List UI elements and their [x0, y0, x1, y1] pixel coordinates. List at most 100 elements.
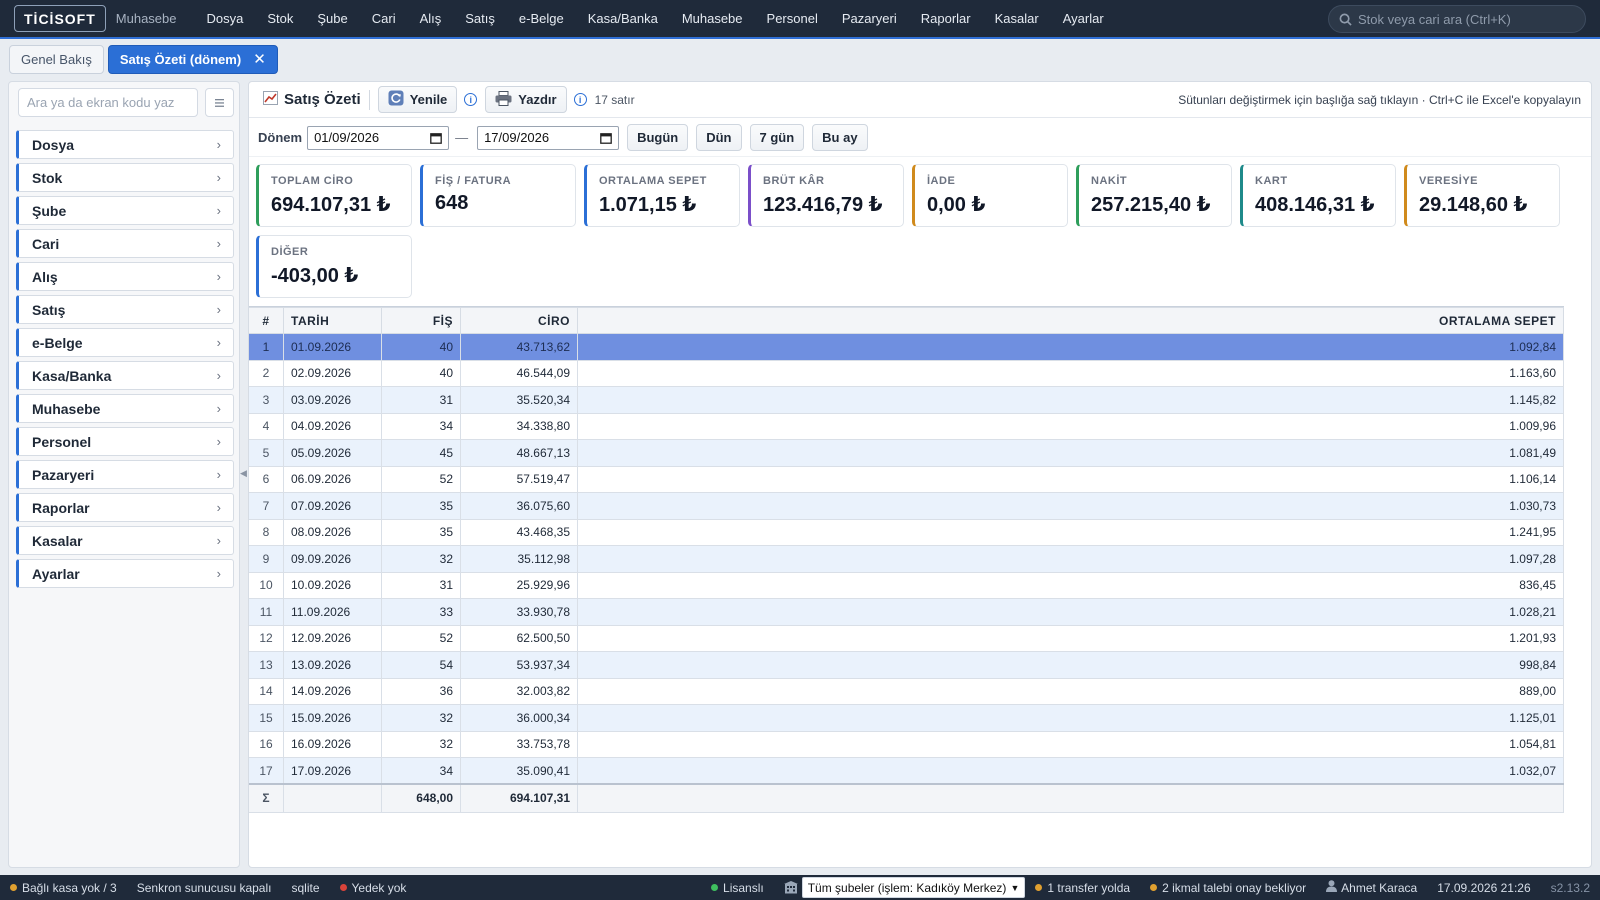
- app-logo[interactable]: TİCİSOFT: [14, 5, 106, 32]
- menu-item-personel[interactable]: Personel: [755, 11, 830, 26]
- table-row[interactable]: 16 16.09.2026 32 33.753,78 1.054,81: [249, 730, 1564, 758]
- cell-average-basket[interactable]: 1.028,21: [577, 598, 1564, 626]
- cell-receipts[interactable]: 34: [381, 757, 461, 785]
- date-to-field[interactable]: 17/09/2026: [477, 125, 620, 150]
- column-header-average-basket[interactable]: ORTALAMA SEPET: [577, 307, 1564, 334]
- sidebar-item-stok[interactable]: Stok ›: [16, 163, 234, 192]
- cell-receipts[interactable]: 33: [381, 598, 461, 626]
- cell-average-basket[interactable]: 1.081,49: [577, 439, 1564, 467]
- cell-revenue[interactable]: 25.929,96: [460, 571, 578, 599]
- cell-index[interactable]: 15: [249, 704, 284, 732]
- table-row[interactable]: 17 17.09.2026 34 35.090,41 1.032,07: [249, 757, 1564, 785]
- cell-receipts[interactable]: 35: [381, 518, 461, 546]
- cell-receipts[interactable]: 32: [381, 704, 461, 732]
- cell-index[interactable]: 4: [249, 412, 284, 440]
- cell-revenue[interactable]: 33.753,78: [460, 730, 578, 758]
- cell-revenue[interactable]: 48.667,13: [460, 439, 578, 467]
- cell-revenue[interactable]: 46.544,09: [460, 359, 578, 387]
- last-7-days-button[interactable]: 7 gün: [749, 124, 805, 151]
- menu-item-cari[interactable]: Cari: [360, 11, 408, 26]
- cell-average-basket[interactable]: 1.092,84: [577, 333, 1564, 361]
- cell-average-basket[interactable]: 1.201,93: [577, 624, 1564, 652]
- cell-index[interactable]: 17: [249, 757, 284, 785]
- table-row[interactable]: 12 12.09.2026 52 62.500,50 1.201,93: [249, 624, 1564, 652]
- cell-receipts[interactable]: 40: [381, 359, 461, 387]
- menu-item-sube[interactable]: Şube: [305, 11, 359, 26]
- search-input[interactable]: [1358, 11, 1573, 27]
- cell-receipts[interactable]: 35: [381, 492, 461, 520]
- cell-revenue[interactable]: 53.937,34: [460, 651, 578, 679]
- cell-average-basket[interactable]: 1.145,82: [577, 386, 1564, 414]
- menu-item-kasa-banka[interactable]: Kasa/Banka: [576, 11, 670, 26]
- cell-index[interactable]: 13: [249, 651, 284, 679]
- table-row[interactable]: 14 14.09.2026 36 32.003,82 889,00: [249, 677, 1564, 705]
- sidebar-item-ebelge[interactable]: e-Belge ›: [16, 328, 234, 357]
- cell-date[interactable]: 06.09.2026: [283, 465, 382, 493]
- cell-index[interactable]: 11: [249, 598, 284, 626]
- table-row[interactable]: 7 07.09.2026 35 36.075,60 1.030,73: [249, 492, 1564, 520]
- cell-date[interactable]: 09.09.2026: [283, 545, 382, 573]
- status-user[interactable]: Ahmet Karaca: [1326, 880, 1417, 895]
- sidebar-item-kasalar[interactable]: Kasalar ›: [16, 526, 234, 555]
- table-row[interactable]: 15 15.09.2026 32 36.000,34 1.125,01: [249, 704, 1564, 732]
- cell-index[interactable]: 10: [249, 571, 284, 599]
- sidebar-item-ayarlar[interactable]: Ayarlar ›: [16, 559, 234, 588]
- cell-date[interactable]: 08.09.2026: [283, 518, 382, 546]
- cell-date[interactable]: 03.09.2026: [283, 386, 382, 414]
- table-row[interactable]: 13 13.09.2026 54 53.937,34 998,84: [249, 651, 1564, 679]
- cell-average-basket[interactable]: 1.009,96: [577, 412, 1564, 440]
- sidebar-item-kasa-banka[interactable]: Kasa/Banka ›: [16, 361, 234, 390]
- cell-date[interactable]: 04.09.2026: [283, 412, 382, 440]
- menu-item-dosya[interactable]: Dosya: [195, 11, 256, 26]
- cell-average-basket[interactable]: 836,45: [577, 571, 1564, 599]
- column-header-revenue[interactable]: CİRO: [460, 307, 578, 334]
- cell-date[interactable]: 01.09.2026: [283, 333, 382, 361]
- cell-revenue[interactable]: 36.000,34: [460, 704, 578, 732]
- cell-date[interactable]: 13.09.2026: [283, 651, 382, 679]
- cell-average-basket[interactable]: 1.125,01: [577, 704, 1564, 732]
- cell-date[interactable]: 15.09.2026: [283, 704, 382, 732]
- cell-average-basket[interactable]: 889,00: [577, 677, 1564, 705]
- cell-receipts[interactable]: 52: [381, 624, 461, 652]
- cell-revenue[interactable]: 35.520,34: [460, 386, 578, 414]
- cell-revenue[interactable]: 36.075,60: [460, 492, 578, 520]
- column-header-date[interactable]: TARİH: [283, 307, 382, 334]
- cell-revenue[interactable]: 43.713,62: [460, 333, 578, 361]
- sidebar-item-cari[interactable]: Cari ›: [16, 229, 234, 258]
- sidebar-item-raporlar[interactable]: Raporlar ›: [16, 493, 234, 522]
- sidebar-collapse-handle[interactable]: ◀: [240, 468, 247, 479]
- table-row[interactable]: 1 01.09.2026 40 43.713,62 1.092,84: [249, 333, 1564, 361]
- menu-list-icon[interactable]: [205, 88, 234, 117]
- sidebar-item-dosya[interactable]: Dosya ›: [16, 130, 234, 159]
- cell-average-basket[interactable]: 1.106,14: [577, 465, 1564, 493]
- refresh-button[interactable]: Yenile: [377, 86, 458, 113]
- cell-average-basket[interactable]: 1.030,73: [577, 492, 1564, 520]
- tab-overview[interactable]: Genel Bakış: [9, 44, 104, 74]
- today-button[interactable]: Bugün: [627, 124, 689, 151]
- cell-date[interactable]: 02.09.2026: [283, 359, 382, 387]
- cell-receipts[interactable]: 45: [381, 439, 461, 467]
- sidebar-item-sube[interactable]: Şube ›: [16, 196, 234, 225]
- cell-date[interactable]: 14.09.2026: [283, 677, 382, 705]
- column-header-receipts[interactable]: FİŞ: [381, 307, 461, 334]
- print-button[interactable]: Yazdır: [485, 86, 567, 113]
- tab-sales-summary[interactable]: Satış Özeti (dönem) ✕: [107, 44, 278, 74]
- cell-revenue[interactable]: 57.519,47: [460, 465, 578, 493]
- menu-item-muhasebe[interactable]: Muhasebe: [670, 11, 755, 26]
- cell-index[interactable]: 7: [249, 492, 284, 520]
- cell-revenue[interactable]: 35.112,98: [460, 545, 578, 573]
- sidebar-item-pazaryeri[interactable]: Pazaryeri ›: [16, 460, 234, 489]
- info-icon[interactable]: i: [573, 93, 587, 106]
- cell-index[interactable]: 14: [249, 677, 284, 705]
- menu-item-alis[interactable]: Alış: [408, 11, 454, 26]
- cell-average-basket[interactable]: 1.032,07: [577, 757, 1564, 785]
- cell-revenue[interactable]: 43.468,35: [460, 518, 578, 546]
- this-month-button[interactable]: Bu ay: [812, 124, 868, 151]
- cell-revenue[interactable]: 34.338,80: [460, 412, 578, 440]
- table-row[interactable]: 10 10.09.2026 31 25.929,96 836,45: [249, 571, 1564, 599]
- table-row[interactable]: 5 05.09.2026 45 48.667,13 1.081,49: [249, 439, 1564, 467]
- cell-revenue[interactable]: 62.500,50: [460, 624, 578, 652]
- sidebar-item-satis[interactable]: Satış ›: [16, 295, 234, 324]
- close-icon[interactable]: ✕: [253, 50, 266, 68]
- menu-item-satis[interactable]: Satış: [453, 11, 507, 26]
